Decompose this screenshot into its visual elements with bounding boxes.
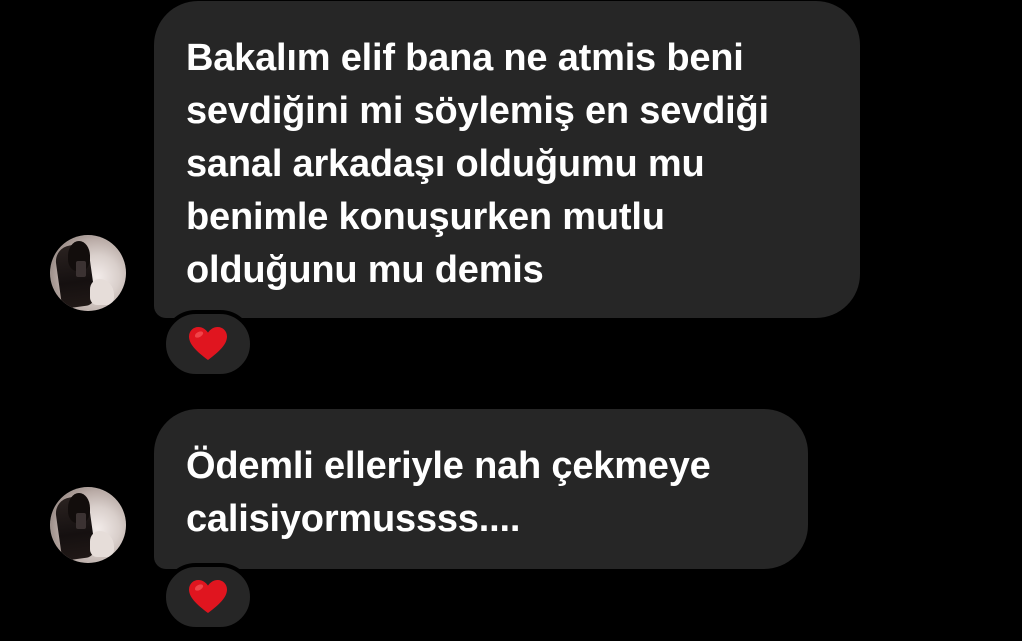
message-bubble[interactable]: Bakalım elif bana ne atmis beni sevdiğin…	[154, 1, 860, 318]
heart-icon	[188, 326, 228, 362]
message-bubble[interactable]: Ödemli elleriyle nah çekmeye calisiyormu…	[154, 409, 808, 569]
message-reaction[interactable]	[162, 310, 254, 378]
message-thread: Bakalım elif bana ne atmis beni sevdiğin…	[0, 0, 1022, 641]
sender-avatar[interactable]	[50, 487, 126, 563]
message-reaction[interactable]	[162, 563, 254, 631]
heart-icon	[188, 579, 228, 615]
sender-avatar[interactable]	[50, 235, 126, 311]
